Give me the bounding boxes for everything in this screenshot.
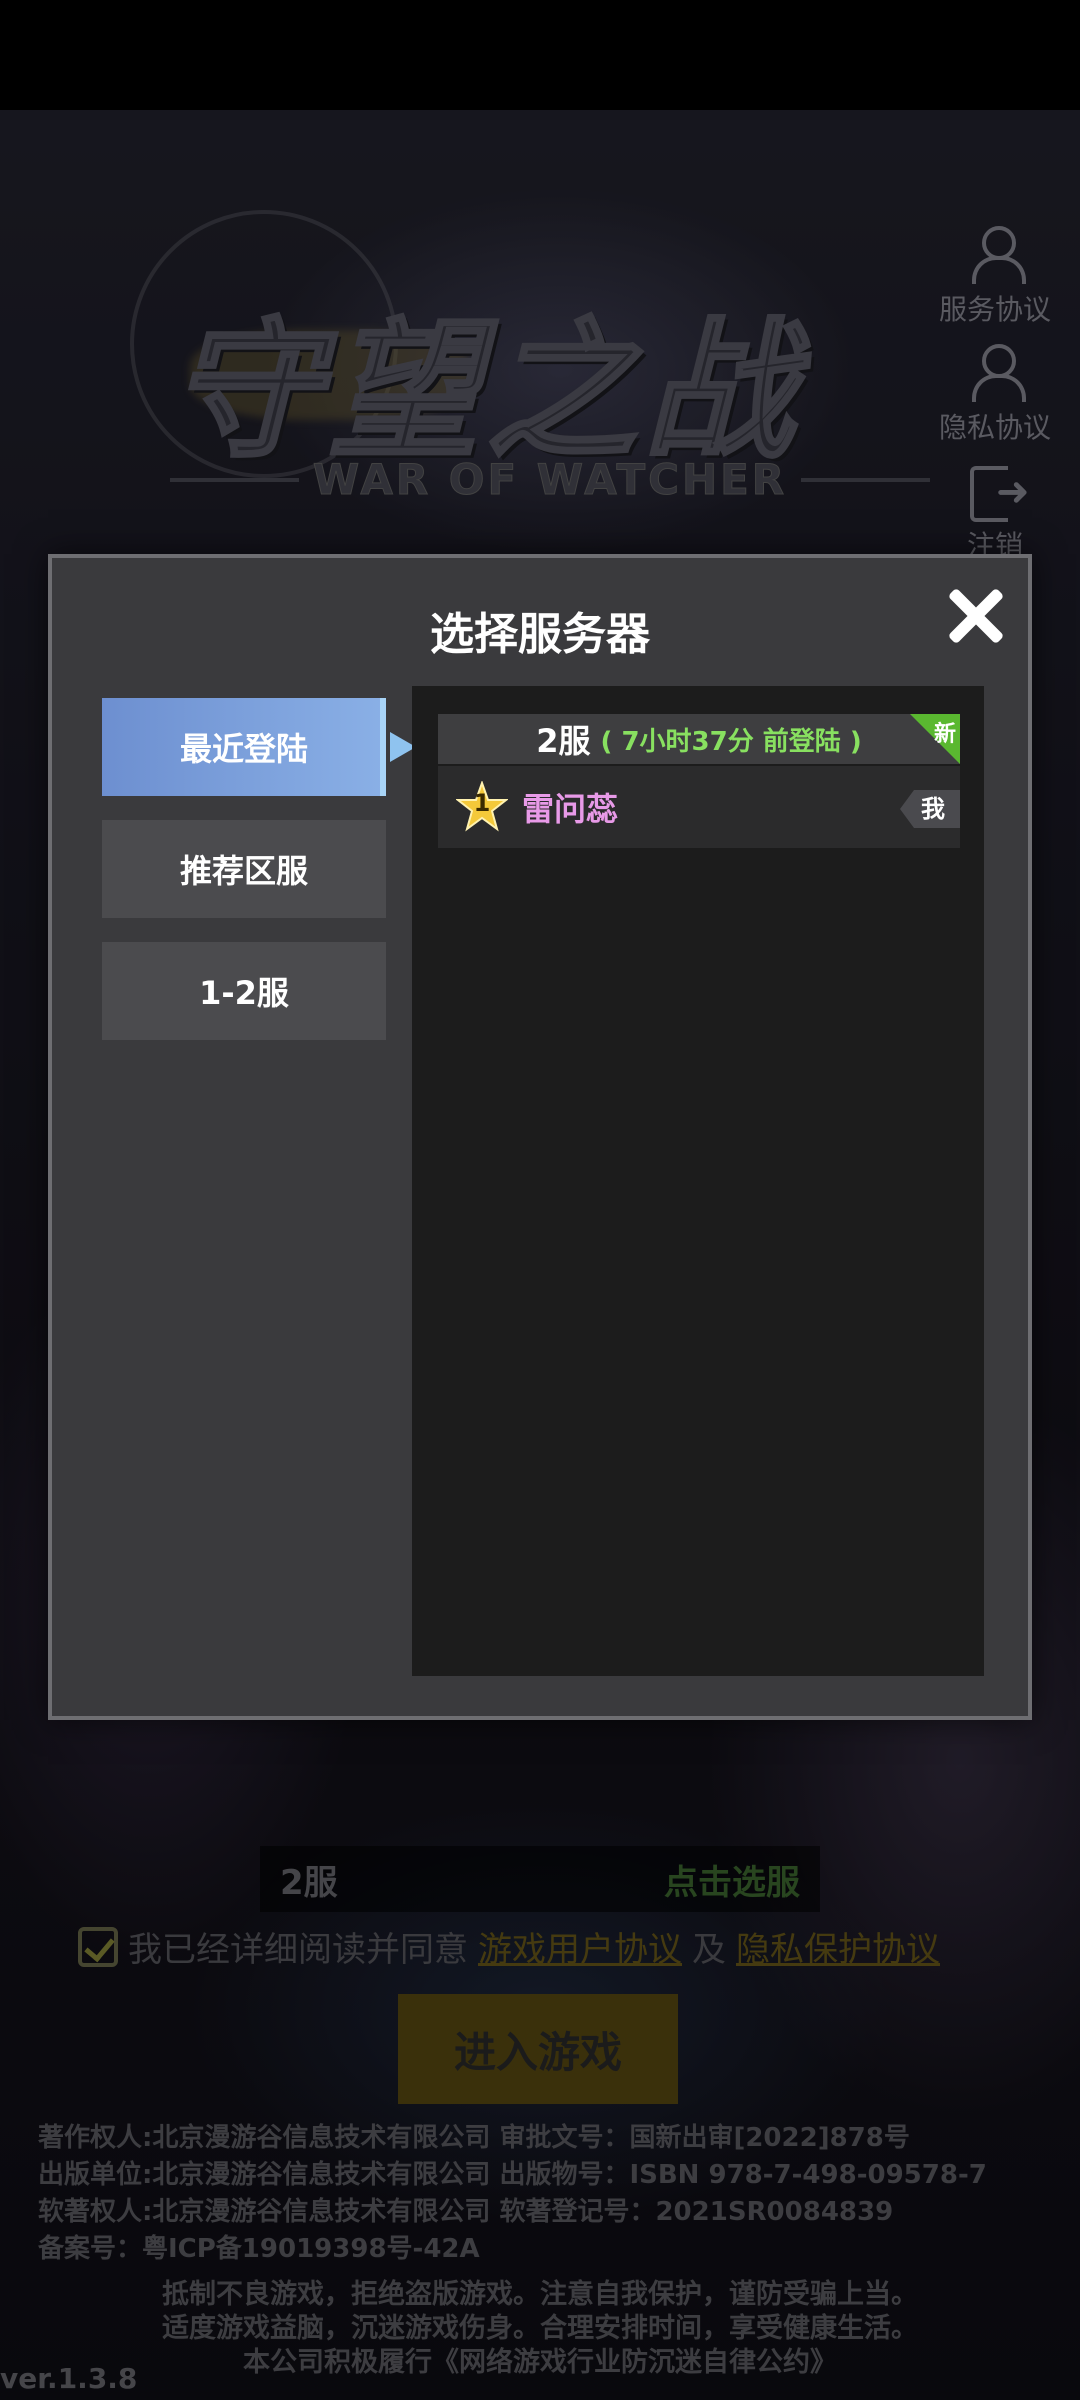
server-list-panel: 2服 ( 7小时37分 前登陆 ) 新 1 雷问蕊 我 <box>412 686 984 1676</box>
server-name: 2服 <box>536 722 591 760</box>
close-icon[interactable] <box>938 578 1014 654</box>
tab-recent-login[interactable]: 最近登陆 <box>102 698 416 796</box>
server-select-dialog: 选择服务器 最近登陆 推荐区服 1-2服 2服 ( 7小时37分 前登陆 ) 新… <box>48 554 1032 1720</box>
last-login-time: ( 7小时37分 前登陆 ) <box>600 726 862 757</box>
character-rank: 1 <box>473 789 491 817</box>
dialog-title: 选择服务器 <box>430 609 650 660</box>
new-badge-label: 新 <box>933 722 956 747</box>
tab-recommended[interactable]: 推荐区服 <box>102 820 386 918</box>
star-icon: 1 <box>455 779 509 833</box>
me-tag: 我 <box>900 790 960 828</box>
character-name: 雷问蕊 <box>522 790 619 828</box>
server-entry[interactable]: 2服 ( 7小时37分 前登陆 ) 新 <box>438 714 960 764</box>
character-row[interactable]: 1 雷问蕊 我 <box>438 766 960 848</box>
tab-server-1-2[interactable]: 1-2服 <box>102 942 386 1040</box>
status-bar <box>0 0 1080 110</box>
